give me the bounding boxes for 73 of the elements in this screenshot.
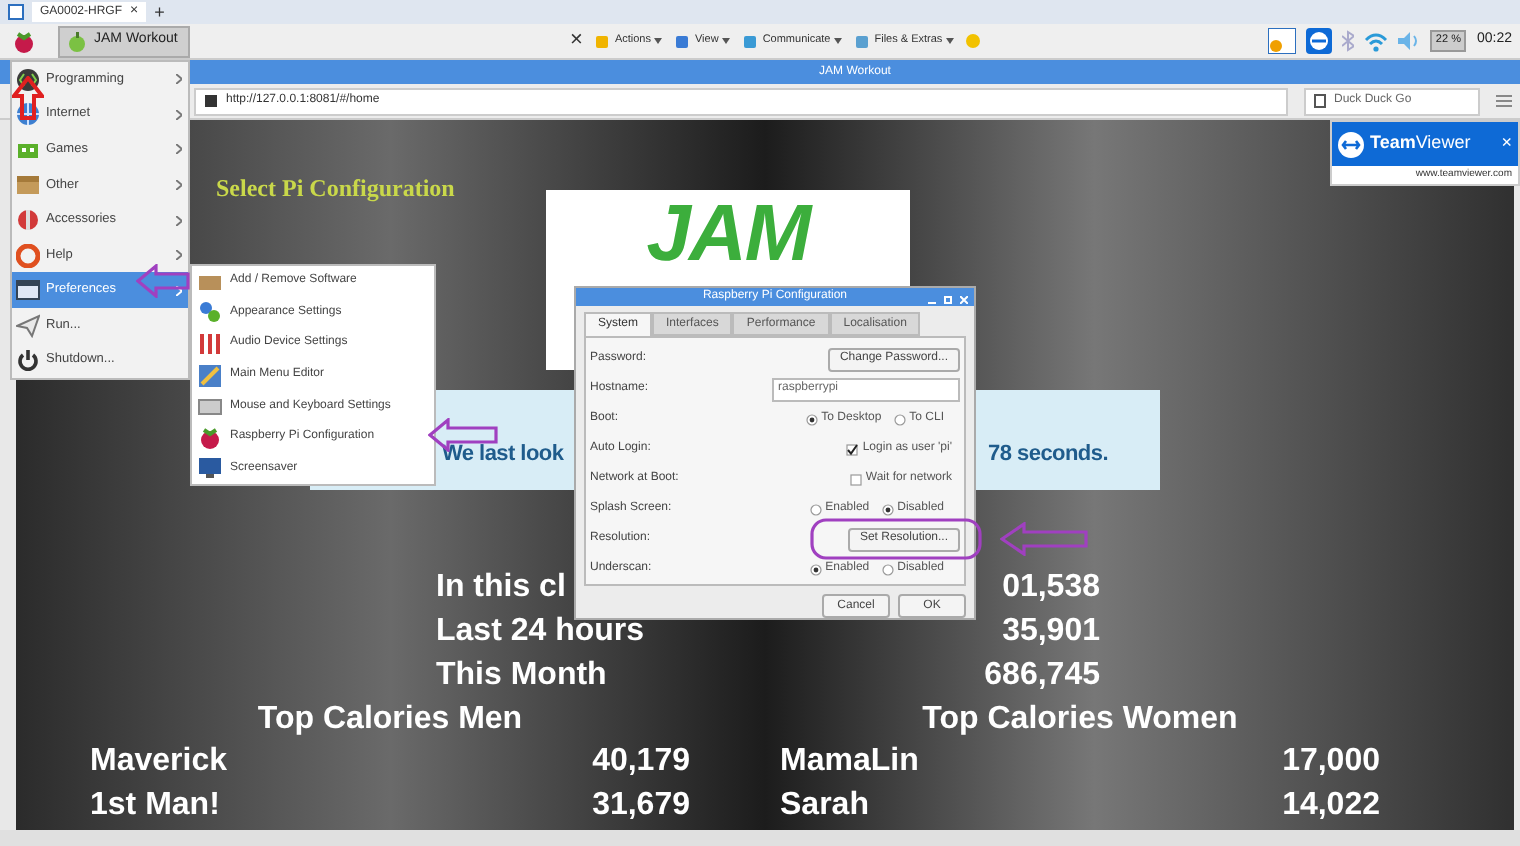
bluetooth-icon xyxy=(1341,30,1354,52)
close-icon xyxy=(960,295,968,303)
calories-value: 31,679 xyxy=(592,786,690,826)
checkbox[interactable] xyxy=(846,443,859,455)
stat-label: This Month xyxy=(436,656,607,696)
raspberry-icon xyxy=(198,425,222,450)
raspberry-icon xyxy=(12,29,36,53)
paper-plane-icon xyxy=(16,313,40,338)
page-heading: Select Pi Configuration xyxy=(216,172,457,206)
maximize-icon xyxy=(944,295,952,303)
globe-icon xyxy=(16,102,40,127)
caret-icon xyxy=(946,38,955,44)
toolbar-icon xyxy=(742,33,759,49)
mixer-icon xyxy=(198,331,222,356)
radio-button[interactable] xyxy=(809,563,822,575)
radio-button[interactable] xyxy=(881,563,894,575)
palette-icon xyxy=(198,300,222,325)
brand-name: TeamViewer xyxy=(1370,130,1471,157)
calories-value: 40,179 xyxy=(592,742,690,782)
radio-button[interactable] xyxy=(805,413,818,425)
radio-button[interactable] xyxy=(893,413,906,425)
caret-icon xyxy=(834,38,843,44)
close-button[interactable]: × xyxy=(1501,130,1512,158)
banner-text: We last look xyxy=(442,439,564,469)
power-icon xyxy=(16,348,40,373)
caret-icon xyxy=(654,38,663,44)
toolbar-icon xyxy=(674,33,691,49)
chevron-icon xyxy=(176,74,182,85)
checkbox[interactable] xyxy=(849,473,862,485)
page-icon xyxy=(204,94,218,108)
chevron-icon xyxy=(176,179,182,190)
stat-value: 35,901 xyxy=(1002,612,1100,652)
apple-icon xyxy=(68,31,86,51)
player-name: Maverick xyxy=(90,742,227,782)
jam-logo: JAM xyxy=(646,194,810,274)
chevron-icon xyxy=(176,215,182,226)
menu-icon xyxy=(1496,94,1512,108)
box-icon xyxy=(16,172,40,197)
radio-button[interactable] xyxy=(809,503,822,515)
toolbar-icon xyxy=(594,33,611,49)
stat-label: Last 24 hours xyxy=(436,612,645,652)
stat-label: In this cl xyxy=(436,568,566,608)
calories-value: 14,022 xyxy=(1282,786,1380,826)
player-name: MamaLin xyxy=(780,742,919,782)
calories-value: 17,000 xyxy=(1282,742,1380,782)
arrow-icon xyxy=(1000,522,1088,556)
leaderboard-title: Top Calories Women xyxy=(922,699,1238,739)
window-icon xyxy=(16,278,40,303)
player-name: Sarah xyxy=(780,786,869,826)
chevron-icon xyxy=(176,109,182,120)
wifi-icon xyxy=(1363,31,1388,51)
toolbar-icon xyxy=(854,33,871,49)
lifebuoy-icon xyxy=(16,243,40,268)
code-icon xyxy=(16,67,40,92)
banner-text: 78 seconds. xyxy=(988,439,1108,469)
close-button[interactable]: × xyxy=(570,30,583,52)
chevron-icon xyxy=(176,285,182,296)
chevron-icon xyxy=(176,144,182,155)
radio-button[interactable] xyxy=(881,503,894,515)
stat-value: 01,538 xyxy=(1002,568,1100,608)
arrow-icon xyxy=(12,76,44,120)
leaderboard-title: Top Calories Men xyxy=(257,699,523,739)
add-tab-button[interactable]: + xyxy=(154,3,165,21)
volume-icon xyxy=(1397,32,1420,50)
keyboard-icon xyxy=(198,394,222,419)
caret-icon xyxy=(722,38,731,44)
arrow-icon xyxy=(136,264,190,298)
monitor-icon xyxy=(198,456,222,481)
window-icon xyxy=(8,4,24,20)
chevron-icon xyxy=(176,250,182,261)
pencil-icon xyxy=(198,363,222,388)
player-name: 1st Man! xyxy=(90,786,220,826)
stat-value: 686,745 xyxy=(984,656,1100,696)
